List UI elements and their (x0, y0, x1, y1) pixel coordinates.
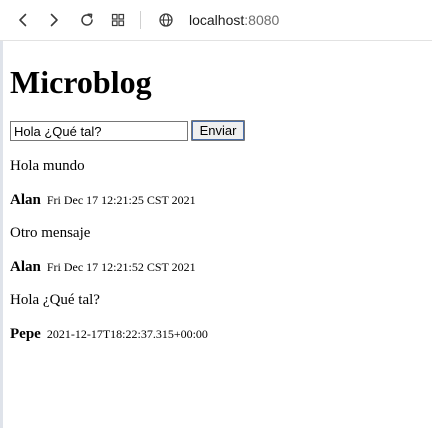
message-author: Pepe (10, 326, 41, 342)
forward-icon (50, 13, 58, 27)
tabs-button[interactable] (108, 10, 128, 30)
message-author: Alan (10, 259, 41, 275)
message-meta: Pepe 2021-12-17T18:22:37.315+00:00 (10, 325, 208, 343)
message-date: Fri Dec 17 12:21:25 CST 2021 (46, 193, 196, 207)
window-left-edge (0, 41, 3, 428)
message-date: 2021-12-17T18:22:37.315+00:00 (46, 327, 208, 341)
url-port: :8080 (244, 12, 280, 28)
back-button[interactable] (13, 10, 33, 30)
forward-button[interactable] (44, 10, 64, 30)
message-text: Hola ¿Qué tal? (10, 292, 100, 308)
toolbar-divider (140, 11, 141, 29)
site-info-button[interactable] (156, 10, 176, 30)
address-bar[interactable]: localhost:8080 (189, 12, 279, 28)
site-info-icon (159, 13, 173, 27)
message-text: Otro mensaje (10, 225, 91, 241)
message-item: Otro mensaje Alan Fri Dec 17 12:21:52 CS… (10, 224, 425, 291)
message-item: Hola ¿Qué tal? Pepe 2021-12-17T18:22:37.… (10, 291, 425, 358)
reload-icon (81, 13, 93, 26)
url-host: localhost (189, 12, 245, 28)
send-button[interactable]: Enviar (191, 120, 245, 141)
message-text: Hola mundo (10, 158, 85, 174)
message-meta: Alan Fri Dec 17 12:21:25 CST 2021 (10, 191, 196, 209)
message-list: Hola mundo Alan Fri Dec 17 12:21:25 CST … (10, 157, 425, 358)
message-input[interactable] (10, 121, 188, 141)
page-title: Microblog (10, 64, 152, 100)
reload-button[interactable] (77, 10, 97, 30)
tabs-grid-icon (111, 13, 125, 27)
message-author: Alan (10, 192, 41, 208)
message-date: Fri Dec 17 12:21:52 CST 2021 (46, 260, 196, 274)
back-icon (19, 13, 27, 27)
message-item: Hola mundo Alan Fri Dec 17 12:21:25 CST … (10, 157, 425, 224)
page-content: Microblog Enviar Hola mundo Alan Fri Dec… (10, 41, 425, 342)
browser-toolbar: localhost:8080 (0, 0, 432, 41)
message-meta: Alan Fri Dec 17 12:21:52 CST 2021 (10, 258, 196, 276)
